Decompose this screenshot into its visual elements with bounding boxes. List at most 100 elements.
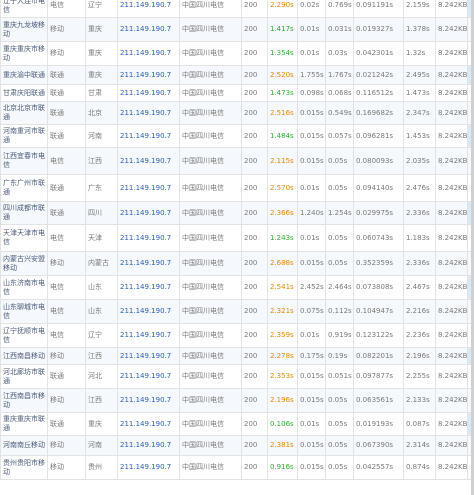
status-cell: 200	[241, 224, 268, 252]
resolve-time-cell: 0.01s	[297, 323, 326, 348]
region-cell: 重庆	[85, 65, 118, 85]
ip-cell[interactable]: 211.149.190.7	[117, 65, 180, 85]
ip-cell[interactable]: 211.149.190.7	[117, 364, 180, 389]
speed-cell: 8.242KB	[435, 347, 468, 365]
location-cell: 中国四川电信	[179, 0, 242, 18]
ip-cell[interactable]: 211.149.190.7	[117, 224, 180, 252]
total-time-cell: 2.353s	[267, 364, 298, 389]
node-cell: 贵州贵阳市移动	[0, 455, 48, 480]
table-row[interactable]: 广东广州市联通 联通 广东 211.149.190.7 中国四川电信 200 2.570s 0…	[0, 174, 474, 202]
connect-time-cell: 0.05s	[325, 435, 354, 456]
size-cell: 2.133s	[403, 388, 436, 413]
region-cell: 河北	[85, 364, 118, 389]
isp-cell: 移动	[47, 435, 86, 456]
download-time-cell: 0.116512s	[353, 84, 404, 102]
isp-cell: 电信	[47, 299, 86, 324]
results-table: 辽宁大连市电信 电信 辽宁 211.149.190.7 中国四川电信 200 2.290s 0…	[0, 0, 474, 480]
node-cell: 重庆九龙坡移动	[0, 17, 48, 42]
ip-cell[interactable]: 211.149.190.7	[117, 412, 180, 436]
table-row[interactable]: 天津天津市电信 电信 天津 211.149.190.7 中国四川电信 200 1.243s 0…	[0, 224, 474, 252]
region-cell: 四川	[85, 201, 118, 225]
ip-cell[interactable]: 211.149.190.7	[117, 388, 180, 413]
size-cell: 2.216s	[403, 299, 436, 324]
connect-time-cell: 0.05s	[325, 147, 354, 175]
connect-time-cell: 0.769s	[325, 0, 354, 18]
ip-cell[interactable]: 211.149.190.7	[117, 101, 180, 125]
ip-cell[interactable]: 211.149.190.7	[117, 275, 180, 300]
ip-cell[interactable]: 211.149.190.7	[117, 299, 180, 324]
download-time-cell: 0.096281s	[353, 124, 404, 148]
ip-cell[interactable]: 211.149.190.7	[117, 435, 180, 456]
connect-time-cell: 2.464s	[325, 275, 354, 300]
connect-time-cell: 0.19s	[325, 347, 354, 365]
table-row[interactable]: 甘肃庆阳联通 联通 甘肃 211.149.190.7 中国四川电信 200 1.473s 0.…	[0, 84, 474, 102]
location-cell: 中国四川电信	[179, 201, 242, 225]
table-row[interactable]: 江西宜春市电信 电信 江西 211.149.190.7 中国四川电信 200 2.115s 0…	[0, 147, 474, 175]
location-cell: 中国四川电信	[179, 65, 242, 85]
table-row[interactable]: 江西南昌市移动 移动 江西 211.149.190.7 中国四川电信 200 2.196s 0…	[0, 388, 474, 413]
download-time-cell: 0.123122s	[353, 323, 404, 348]
ip-cell[interactable]: 211.149.190.7	[117, 323, 180, 348]
region-cell: 江西	[85, 388, 118, 413]
table-row[interactable]: 山东济南市电信 电信 山东 211.149.190.7 中国四川电信 200 2.541s 2…	[0, 275, 474, 300]
isp-cell: 联通	[47, 124, 86, 148]
size-cell: 0.087s	[403, 412, 436, 436]
ip-cell[interactable]: 211.149.190.7	[117, 347, 180, 365]
region-cell: 天津	[85, 224, 118, 252]
resolve-time-cell: 0.01s	[297, 412, 326, 436]
connect-time-cell: 1.767s	[325, 65, 354, 85]
ip-cell[interactable]: 211.149.190.7	[117, 251, 180, 276]
ip-cell[interactable]: 211.149.190.7	[117, 147, 180, 175]
table-row[interactable]: 河南南丘移动 移动 河南 211.149.190.7 中国四川电信 200 2.381s 0.…	[0, 435, 474, 456]
download-time-cell: 0.073808s	[353, 275, 404, 300]
download-time-cell: 0.042301s	[353, 41, 404, 66]
isp-cell: 联通	[47, 84, 86, 102]
speed-cell: 8.242KB	[435, 412, 468, 436]
table-row[interactable]: 河北廊坊市联通 联通 河北 211.149.190.7 中国四川电信 200 2.353s 0…	[0, 364, 474, 389]
resolve-time-cell: 0.01s	[297, 41, 326, 66]
isp-cell: 移动	[47, 455, 86, 480]
size-cell: 2.314s	[403, 435, 436, 456]
table-row[interactable]: 江西南昌移动 移动 江西 211.149.190.7 中国四川电信 200 2.278s 0.…	[0, 347, 474, 365]
table-row[interactable]: 北京北京市联通 联通 北京 211.149.190.7 中国四川电信 200 2.516s 0…	[0, 101, 474, 125]
ip-cell[interactable]: 211.149.190.7	[117, 17, 180, 42]
ip-cell[interactable]: 211.149.190.7	[117, 0, 180, 18]
isp-cell: 电信	[47, 147, 86, 175]
resolve-time-cell: 0.015s	[297, 388, 326, 413]
total-time-cell: 2.196s	[267, 388, 298, 413]
ip-cell[interactable]: 211.149.190.7	[117, 201, 180, 225]
total-time-cell: 2.516s	[267, 101, 298, 125]
connect-time-cell: 1.254s	[325, 201, 354, 225]
speed-cell: 8.242KB	[435, 174, 468, 202]
table-row[interactable]: 贵州贵阳市移动 移动 贵州 211.149.190.7 中国四川电信 200 0.916s 0…	[0, 455, 474, 480]
location-cell: 中国四川电信	[179, 251, 242, 276]
table-row[interactable]: 重庆渝中联通 联通 重庆 211.149.190.7 中国四川电信 200 2.520s 1.…	[0, 65, 474, 85]
isp-cell: 联通	[47, 364, 86, 389]
table-row[interactable]: 辽宁抚顺市电信 电信 辽宁 211.149.190.7 中国四川电信 200 2.359s 0…	[0, 323, 474, 348]
node-cell: 内蒙古兴安盟移动	[0, 251, 48, 276]
location-cell: 中国四川电信	[179, 412, 242, 436]
table-row[interactable]: 重庆九龙坡移动 移动 重庆 211.149.190.7 中国四川电信 200 1.417s 0…	[0, 17, 474, 42]
resolve-time-cell: 0.015s	[297, 435, 326, 456]
connect-time-cell: 0.031s	[325, 17, 354, 42]
table-row[interactable]: 四川成都市联通 联通 四川 211.149.190.7 中国四川电信 200 2.366s 1…	[0, 201, 474, 225]
table-row[interactable]: 辽宁大连市电信 电信 辽宁 211.149.190.7 中国四川电信 200 2.290s 0…	[0, 0, 474, 18]
table-row[interactable]: 河南重河市联通 联通 河南 211.149.190.7 中国四川电信 200 1.484s 0…	[0, 124, 474, 148]
connect-time-cell: 0.112s	[325, 299, 354, 324]
ip-cell[interactable]: 211.149.190.7	[117, 84, 180, 102]
ip-cell[interactable]: 211.149.190.7	[117, 455, 180, 480]
status-cell: 200	[241, 299, 268, 324]
node-cell: 甘肃庆阳联通	[0, 84, 48, 102]
connect-time-cell: 0.068s	[325, 84, 354, 102]
ip-cell[interactable]: 211.149.190.7	[117, 174, 180, 202]
region-cell: 江西	[85, 147, 118, 175]
size-cell: 1.453s	[403, 124, 436, 148]
size-cell: 2.159s	[403, 0, 436, 18]
table-row[interactable]: 内蒙古兴安盟移动 移动 内蒙古 211.149.190.7 中国四川电信 200 2.688…	[0, 251, 474, 276]
ip-cell[interactable]: 211.149.190.7	[117, 41, 180, 66]
table-row[interactable]: 重庆重庆市联通 联通 重庆 211.149.190.7 中国四川电信 200 0.106s 0…	[0, 412, 474, 436]
table-row[interactable]: 重庆重庆市移动 移动 重庆 211.149.190.7 中国四川电信 200 1.354s 0…	[0, 41, 474, 66]
table-row[interactable]: 山东聊城市电信 电信 山东 211.149.190.7 中国四川电信 200 2.321s 0…	[0, 299, 474, 324]
ip-cell[interactable]: 211.149.190.7	[117, 124, 180, 148]
resolve-time-cell: 1.755s	[297, 65, 326, 85]
